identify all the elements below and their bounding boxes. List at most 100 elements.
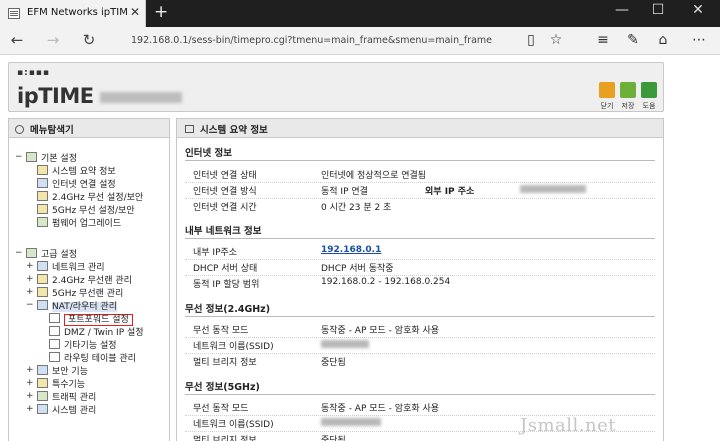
tree-item-special[interactable]: 특수기능	[37, 377, 85, 390]
tree-label: 특수기능	[52, 380, 86, 390]
row-label: 무선 동작 모드	[193, 326, 249, 336]
section-divider	[185, 394, 655, 395]
info-row: 동적 IP 할당 범위 192.168.0.2 - 192.168.0.254	[185, 275, 655, 291]
tree-item-internet[interactable]: 인터넷 연결 설정	[37, 177, 116, 190]
row-value: 192.168.0.1	[321, 245, 381, 255]
tree-basic-settings[interactable]: 기본 설정	[26, 151, 77, 164]
tree-item-port-forward[interactable]: 포트포워드 설정	[49, 312, 133, 326]
browser-titlebar: EFM Networks ipTIME A ✕ + — ☐ ✕	[0, 0, 720, 27]
collapse-toggle[interactable]: −	[15, 152, 23, 162]
tree-item-misc[interactable]: 기타기능 설정	[49, 338, 117, 351]
tree-item-wifi24[interactable]: 2.4GHz 무선 설정/보안	[37, 190, 143, 203]
new-tab-button[interactable]: +	[154, 2, 168, 22]
close-window-button[interactable]: ✕	[683, 2, 713, 18]
tree-item-system[interactable]: 시스템 관리	[37, 403, 96, 416]
expand-toggle[interactable]: +	[26, 378, 34, 388]
save-icon[interactable]	[620, 82, 636, 98]
wireless-icon	[37, 287, 48, 297]
tree-advanced-settings[interactable]: 고급 설정	[26, 247, 77, 260]
expand-toggle[interactable]: +	[26, 287, 34, 297]
help-icon[interactable]	[641, 82, 657, 98]
back-icon[interactable]: ←	[6, 31, 28, 49]
info-row: 내부 IP주소 192.168.0.1	[185, 243, 655, 259]
tree-item-wifi5[interactable]: 5GHz 무선 설정/보안	[37, 203, 135, 216]
summary-icon	[37, 165, 48, 175]
section-wifi24: 무선 정보(2.4GHz)	[185, 304, 271, 315]
tree-item-traffic[interactable]: 트래픽 관리	[37, 390, 96, 403]
brand-logo: ipTIME	[17, 84, 182, 108]
info-row: 무선 동작 모드 동작중 - AP 모드 - 암호화 사용	[185, 321, 655, 337]
row-label: 네트워크 이름(SSID)	[193, 342, 274, 352]
router-admin-page: ▪:▪▪▪ ipTIME 닫기 저장 도움 메뉴탐색기 − 기본 설정 시스템 …	[0, 55, 720, 441]
tree-label: 고급 설정	[41, 250, 77, 260]
browser-tab[interactable]: EFM Networks ipTIME A ✕	[0, 0, 146, 27]
tree-label: 트래픽 관리	[52, 393, 97, 403]
expand-toggle[interactable]: +	[26, 274, 34, 284]
tree-item-nat-router[interactable]: NAT/라우터 관리	[37, 299, 117, 312]
tab-close-icon[interactable]: ✕	[130, 5, 140, 19]
folder-icon	[26, 248, 37, 258]
help-label: 도움	[642, 102, 656, 110]
forward-icon[interactable]: →	[42, 31, 64, 49]
tree-item-dmz[interactable]: DMZ / Twin IP 설정	[49, 325, 144, 338]
hub-icon[interactable]: ≡	[592, 32, 614, 48]
row-value: DHCP 서버 동작중	[321, 264, 394, 274]
collapse-toggle[interactable]: −	[26, 300, 34, 310]
ssid-blurred	[321, 417, 381, 427]
save-label: 저장	[621, 102, 635, 110]
expand-toggle[interactable]: +	[26, 261, 34, 271]
tree-item-firmware[interactable]: 펌웨어 업그레이드	[37, 216, 121, 229]
tree-label: 라우팅 테이블 관리	[64, 354, 136, 364]
tree-item-wlan5[interactable]: 5GHz 무선랜 관리	[37, 286, 123, 299]
row-value: 0 시간 23 분 2 초	[321, 203, 392, 213]
row-label: 멀티 브리지 정보	[193, 358, 257, 368]
tree-label: 2.4GHz 무선랜 관리	[52, 276, 132, 286]
section-divider	[185, 238, 655, 239]
row-value: 192.168.0.2 - 192.168.0.254	[321, 277, 451, 287]
favorite-star-icon[interactable]: ☆	[545, 32, 567, 48]
tree-item-security[interactable]: 보안 기능	[37, 364, 88, 377]
internal-ip-link[interactable]: 192.168.0.1	[321, 245, 381, 255]
tree-item-network[interactable]: 네트워크 관리	[37, 260, 105, 273]
tree-label: 시스템 요약 정보	[52, 167, 116, 177]
minimize-button[interactable]: —	[607, 2, 637, 18]
panel-header: 시스템 요약 정보	[177, 119, 663, 138]
section-internet: 인터넷 정보	[185, 148, 233, 159]
tree-label: 시스템 관리	[52, 406, 97, 416]
tree-item-wlan24[interactable]: 2.4GHz 무선랜 관리	[37, 273, 132, 286]
address-toolbar: ← → ↻ 192.168.0.1/sess-bin/timepro.cgi?t…	[0, 27, 720, 55]
tree-item-system-summary[interactable]: 시스템 요약 정보	[37, 164, 116, 177]
tree-label: 5GHz 무선 설정/보안	[52, 206, 135, 216]
reading-view-icon[interactable]: ▯	[520, 32, 542, 48]
row-label: 인터넷 연결 상태	[193, 171, 257, 181]
section-divider	[185, 316, 655, 317]
row-label: 내부 IP주소	[193, 248, 238, 258]
model-name-blurred	[99, 91, 182, 103]
wireless-icon	[37, 191, 48, 201]
tree-label: NAT/라우터 관리	[52, 302, 117, 312]
expand-toggle[interactable]: +	[26, 404, 34, 414]
firmware-icon	[37, 217, 48, 227]
tree-item-routing-table[interactable]: 라우팅 테이블 관리	[49, 351, 136, 364]
page-icon	[49, 339, 60, 349]
collapse-toggle[interactable]: −	[15, 248, 23, 258]
info-row: 무선 동작 모드 동작중 - AP 모드 - 암호화 사용	[185, 399, 655, 415]
expand-toggle[interactable]: +	[26, 365, 34, 375]
section-wifi5: 무선 정보(5GHz)	[185, 382, 260, 393]
expand-toggle[interactable]: +	[26, 391, 34, 401]
maximize-button[interactable]: ☐	[643, 2, 673, 18]
row-label: 무선 동작 모드	[193, 404, 249, 414]
row-label: 동적 IP 할당 범위	[193, 280, 260, 290]
page-icon	[49, 313, 60, 323]
row-value: 동작중 - AP 모드 - 암호화 사용	[321, 404, 440, 414]
web-note-icon[interactable]: ✎	[622, 32, 644, 48]
share-icon[interactable]: ⌂	[652, 32, 674, 48]
tree-label: 5GHz 무선랜 관리	[52, 289, 124, 299]
refresh-icon[interactable]: ↻	[78, 31, 100, 49]
address-bar[interactable]: 192.168.0.1/sess-bin/timepro.cgi?tmenu=m…	[131, 35, 492, 46]
row-label: 인터넷 연결 시간	[193, 203, 257, 213]
more-icon[interactable]: ⋯	[688, 32, 710, 48]
brand-dots: ▪:▪▪▪	[17, 68, 50, 78]
info-row: 인터넷 연결 시간 0 시간 23 분 2 초	[185, 198, 655, 214]
close-icon[interactable]	[599, 82, 615, 98]
